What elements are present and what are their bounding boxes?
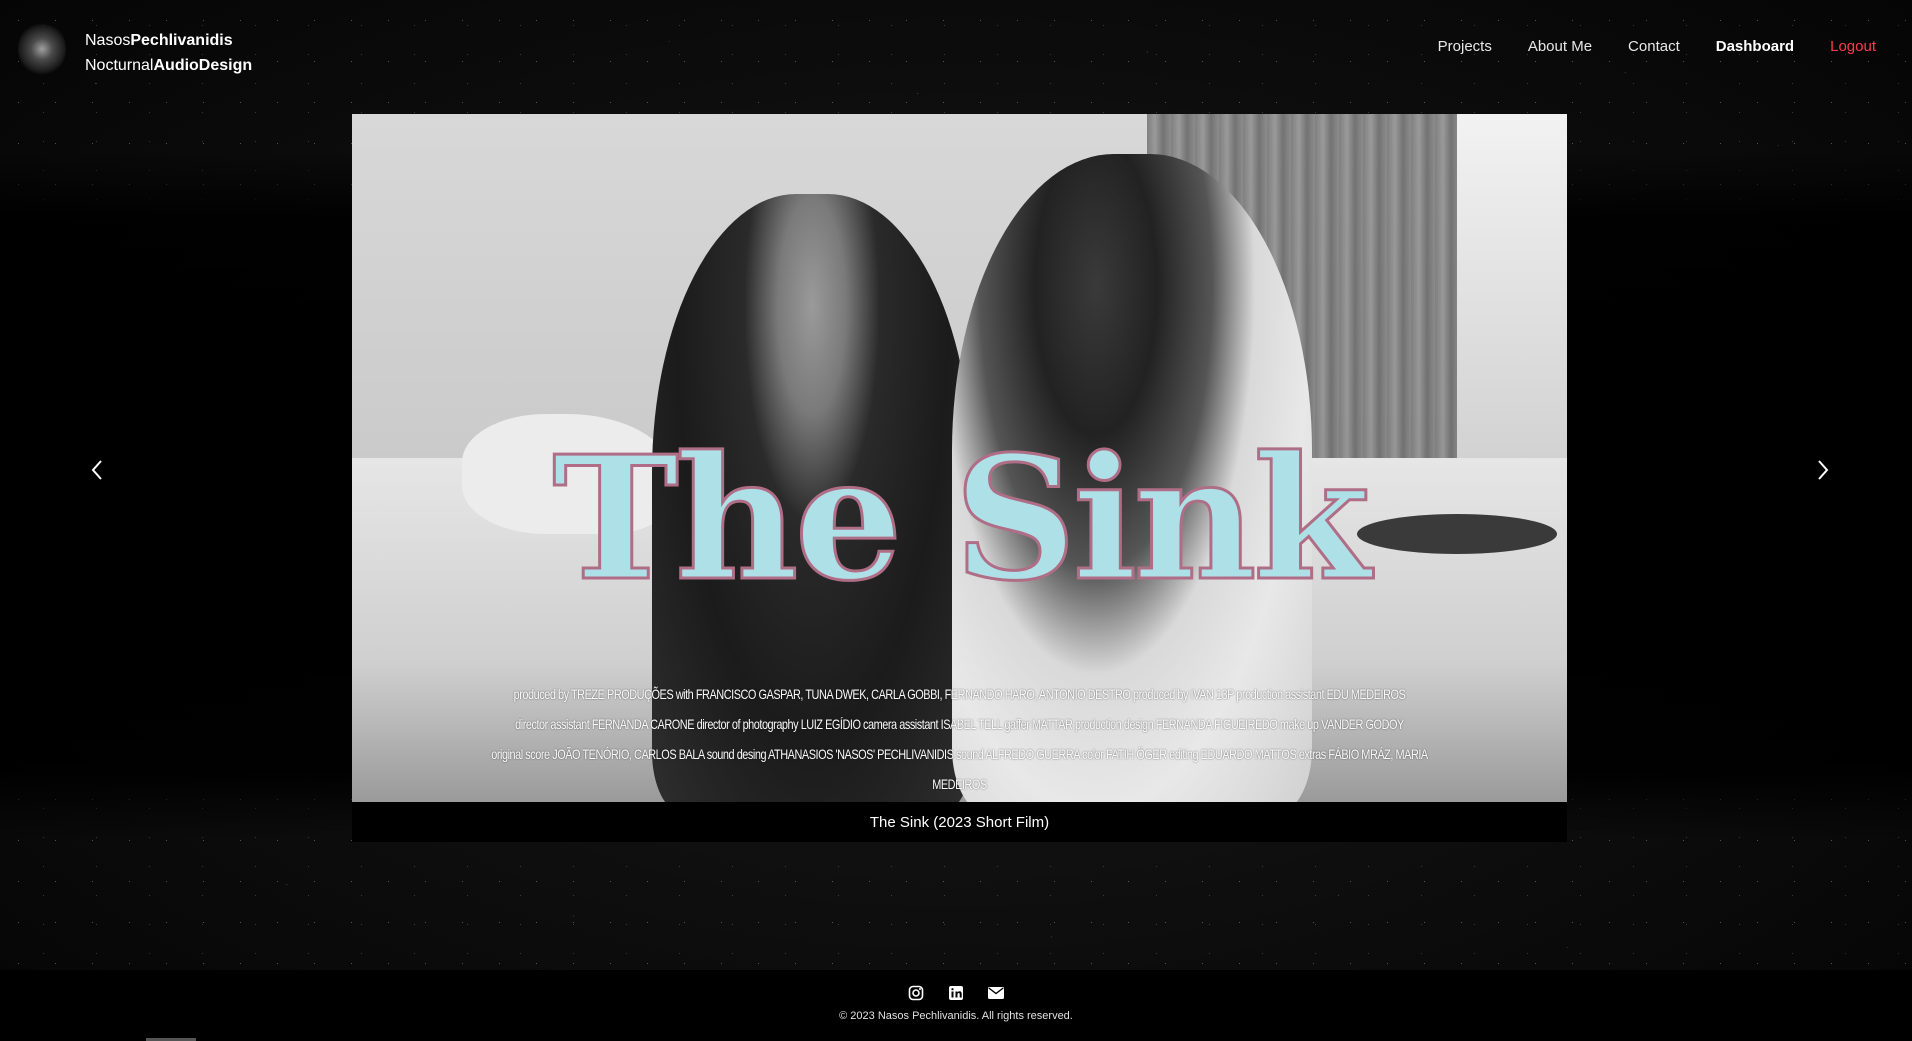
- brand-tagline-bold: AudioDesign: [153, 57, 253, 74]
- site-footer: © 2023 Nasos Pechlivanidis. All rights r…: [0, 970, 1912, 1041]
- credits-line-3: original score JOÃO TENÓRIO, CARLOS BALA…: [491, 746, 1428, 792]
- chevron-left-icon: [91, 460, 102, 480]
- copyright-text: © 2023 Nasos Pechlivanidis. All rights r…: [839, 1010, 1073, 1022]
- brand-last-name: Pechlivanidis: [130, 32, 233, 49]
- linkedin-link[interactable]: [947, 984, 965, 1002]
- brand-tagline-prefix: Nocturnal: [85, 57, 154, 74]
- brand-line-2: NocturnalAudioDesign: [85, 53, 252, 78]
- envelope-icon: [988, 987, 1004, 999]
- instagram-icon: [908, 985, 924, 1001]
- email-link[interactable]: [987, 984, 1005, 1002]
- carousel-prev-button[interactable]: [82, 455, 112, 485]
- nav-dashboard[interactable]: Dashboard: [1716, 38, 1794, 55]
- brand-first-name: Nasos: [85, 32, 131, 49]
- social-links: [0, 984, 1912, 1002]
- credits-line-1: produced by TREZE PRODUÇÕES with FRANCIS…: [513, 686, 1406, 702]
- nav-logout[interactable]: Logout: [1830, 38, 1876, 55]
- nav-projects[interactable]: Projects: [1438, 38, 1492, 55]
- site-header: NasosPechlivanidis NocturnalAudioDesign …: [0, 0, 1912, 100]
- chevron-right-icon: [1818, 460, 1829, 480]
- nav-about[interactable]: About Me: [1528, 38, 1592, 55]
- main-nav: Projects About Me Contact Dashboard Logo…: [1438, 38, 1876, 55]
- logo-icon[interactable]: [18, 22, 66, 76]
- nav-contact[interactable]: Contact: [1628, 38, 1680, 55]
- slide-caption: The Sink (2023 Short Film): [869, 814, 1050, 831]
- slide-caption-bar: The Sink (2023 Short Film): [352, 802, 1567, 842]
- carousel-next-button[interactable]: [1808, 455, 1838, 485]
- page: NasosPechlivanidis NocturnalAudioDesign …: [0, 0, 1912, 1041]
- brand[interactable]: NasosPechlivanidis NocturnalAudioDesign: [85, 28, 252, 78]
- linkedin-icon: [949, 986, 963, 1000]
- brand-line-1: NasosPechlivanidis: [85, 28, 252, 53]
- instagram-link[interactable]: [907, 984, 925, 1002]
- poster-title: The Sink: [551, 419, 1372, 619]
- carousel-slide[interactable]: The Sink produced by TREZE PRODUÇÕES wit…: [352, 114, 1567, 802]
- credits-line-2: director assistant FERNANDA CARONE direc…: [515, 716, 1404, 732]
- poster-credits: produced by TREZE PRODUÇÕES with FRANCIS…: [486, 679, 1434, 799]
